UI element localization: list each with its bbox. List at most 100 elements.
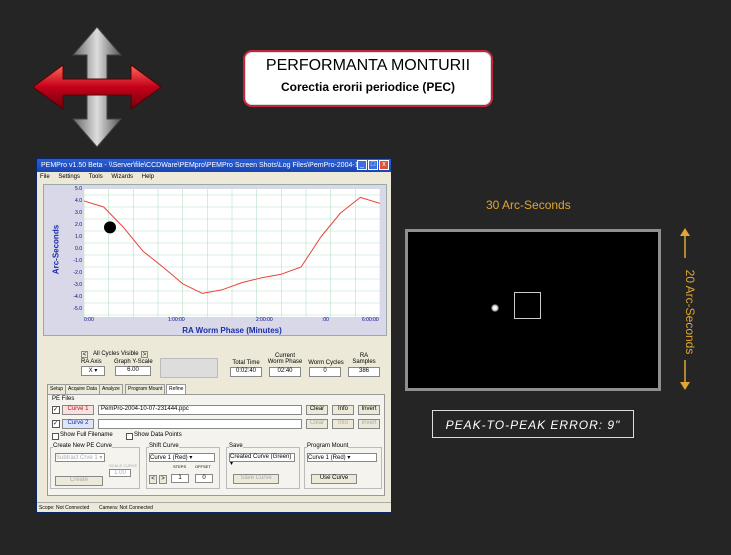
shift-right-button[interactable]: > <box>159 475 167 484</box>
x-tick-label: 6:00:00 <box>362 317 379 323</box>
tab-acquire-data[interactable]: Acquire Data <box>65 384 100 394</box>
show-points-checkbox[interactable] <box>126 433 133 440</box>
ra-axis-select[interactable]: X ▾ <box>81 366 105 376</box>
y-scale-label: Graph Y-Scale <box>114 359 153 365</box>
y-tick-label: 1.0 <box>75 234 82 240</box>
create-title: Create New PE Curve <box>53 443 113 449</box>
y-axis-label: Arc-Seconds <box>51 224 61 275</box>
progress-area <box>160 358 218 378</box>
close-button[interactable]: x <box>379 160 389 170</box>
use-curve-button[interactable]: Use Curve <box>311 474 357 484</box>
tab-refine[interactable]: Refine <box>166 384 187 394</box>
total-time-value: 0:02:40 <box>230 367 262 377</box>
y-tick-label: -1.0 <box>73 258 82 264</box>
tab-analyze[interactable]: Analyze <box>99 384 123 394</box>
menu-wizards[interactable]: Wizards <box>111 174 133 180</box>
window-titlebar[interactable]: PEMPro v1.50 Beta - \\Server\file\CCDWar… <box>37 159 391 172</box>
pe-files-label: PE Files <box>52 396 75 402</box>
show-full-label: Show Full Filename <box>60 432 113 438</box>
curve1-invert-button[interactable]: Invert <box>358 405 380 415</box>
x-tick-label: :00 <box>322 317 329 323</box>
graph-panel: Arc-Seconds 5.0 4.0 3.0 2.0 1.0 0.0 -1.0 -2.0 -3… <box>43 184 387 336</box>
show-points-label: Show Data Points <box>134 432 182 438</box>
tab-setup[interactable]: Setup <box>47 384 67 394</box>
guide-star <box>491 304 499 312</box>
curve1-button[interactable]: Curve 1 <box>62 405 94 415</box>
curve2-invert-button[interactable]: Invert <box>358 419 380 429</box>
curve1-clear-button[interactable]: Clear <box>306 405 328 415</box>
curve2-clear-button[interactable]: Clear <box>306 419 328 429</box>
minimize-button[interactable]: _ <box>357 160 367 170</box>
x-axis-label: RA Worm Phase (Minutes) <box>182 326 282 335</box>
worm-cycles-label: Worm Cycles <box>308 360 344 366</box>
arc-30-label: 30 Arc-Seconds <box>486 198 571 212</box>
menu-tools[interactable]: Tools <box>89 174 103 180</box>
show-full-checkbox[interactable] <box>52 433 59 440</box>
program-title: Program Mount <box>307 443 349 449</box>
create-select[interactable]: Subtract Crve 1 ▾ <box>55 453 105 462</box>
menu-settings[interactable]: Settings <box>58 174 80 180</box>
curve2-info-button[interactable]: Info <box>332 419 354 429</box>
menu-help[interactable]: Help <box>142 174 154 180</box>
save-curve-button[interactable]: Save Curve <box>233 474 279 484</box>
y-tick-label: -4.0 <box>73 294 82 300</box>
sensor-frame <box>405 229 661 391</box>
worm-cycles-value: 0 <box>309 367 341 377</box>
x-tick-label: 1:00:00 <box>168 317 185 323</box>
scope-status: Scope: Not Connected <box>39 505 90 511</box>
camera-status: Camera: Not Connected <box>99 505 153 511</box>
y-tick-label: 2.0 <box>75 222 82 228</box>
menu-bar: File Settings Tools Wizards Help <box>37 172 391 182</box>
slide-title: PERFORMANTA MONTURII <box>265 57 471 74</box>
shift-select[interactable]: Curve 1 (Red) ▾ <box>149 453 215 462</box>
shift-title: Shift Curve <box>149 443 179 449</box>
cycle-prev-button[interactable]: < <box>81 351 88 358</box>
scale-curve-input[interactable]: 1.00 <box>109 469 131 477</box>
current-position-marker <box>104 221 116 234</box>
y-tick-label: 0.0 <box>75 246 82 252</box>
slide-subtitle: Corectia erorii periodice (PEC) <box>280 80 456 94</box>
offset-input[interactable]: 0 <box>195 474 213 483</box>
total-time-label: Total Time <box>232 360 260 366</box>
save-group: Save Created Curve (Green) ▾ Save Curve <box>226 443 300 489</box>
tab-strip: Setup Acquire Data Analyze Program Mount… <box>47 384 387 394</box>
steps-input[interactable]: 1 <box>171 474 189 483</box>
scale-curve-label: SCALE CURVE <box>109 463 138 468</box>
curve1-info-button[interactable]: Info <box>332 405 354 415</box>
y-tick-label: 5.0 <box>75 186 82 192</box>
x-ticks: 0:00 1:00:00 2:00:00:00 6:00:00 <box>84 317 380 325</box>
curve1-filename[interactable]: PemPro-2004-10-07-231444.ppc <box>98 405 302 415</box>
all-cycles-label: All Cycles Visible <box>93 351 139 357</box>
guide-box <box>514 292 541 319</box>
y-ticks: 5.0 4.0 3.0 2.0 1.0 0.0 -1.0 -2.0 -3.0 -4.0 -5.0 <box>64 186 82 317</box>
steps-label: STEPS <box>173 464 187 469</box>
samples-label: RA Samples <box>352 353 376 365</box>
y-tick-label: -3.0 <box>73 282 82 288</box>
x-tick-label: 2:00:00 <box>256 317 273 323</box>
curve2-button[interactable]: Curve 2 <box>62 419 94 429</box>
window-title: PEMPro v1.50 Beta - \\Server\file\CCDWar… <box>41 162 365 169</box>
status-bar: Scope: Not Connected Camera: Not Connect… <box>37 502 391 513</box>
create-button[interactable]: Create <box>55 476 103 486</box>
y-scale-input[interactable]: 6.00 <box>115 366 151 376</box>
tab-program-mount[interactable]: Program Mount <box>125 384 166 394</box>
peak-error-text: PEAK-TO-PEAK ERROR: 9" <box>445 418 621 432</box>
menu-file[interactable]: File <box>40 174 50 180</box>
y-tick-label: -2.0 <box>73 270 82 276</box>
direction-arrows-icon <box>33 27 161 147</box>
offset-label: OFFSET <box>195 464 211 469</box>
curve2-checkbox[interactable]: ✓ <box>52 420 60 428</box>
samples-value: 386 <box>348 367 380 377</box>
program-select[interactable]: Curve 1 (Red) ▾ <box>307 453 377 462</box>
peak-error-box: PEAK-TO-PEAK ERROR: 9" <box>432 410 634 438</box>
create-group: Create New PE Curve Subtract Crve 1 ▾ SC… <box>50 443 140 489</box>
worm-phase-value: 02:40 <box>269 367 301 377</box>
save-select[interactable]: Created Curve (Green) ▾ <box>229 453 295 467</box>
curve1-checkbox[interactable]: ✓ <box>52 406 60 414</box>
maximize-button[interactable]: □ <box>368 160 378 170</box>
pe-curve-plot <box>84 189 380 317</box>
program-group: Program Mount Curve 1 (Red) ▾ Use Curve <box>304 443 382 489</box>
shift-left-button[interactable]: < <box>149 475 157 484</box>
curve2-filename[interactable] <box>98 419 302 429</box>
cycle-next-button[interactable]: > <box>141 351 148 358</box>
